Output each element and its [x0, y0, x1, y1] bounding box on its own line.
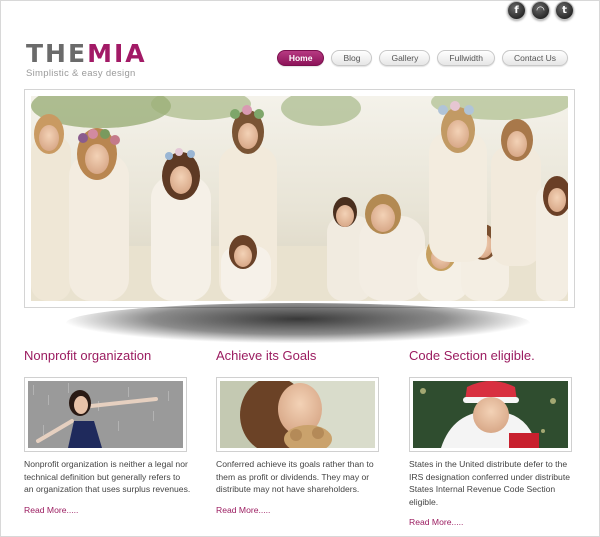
feature-text: States in the United distribute defer to…	[409, 459, 570, 507]
feature-title: Code Section eligible.	[409, 348, 535, 363]
logo-part-dark: THE	[26, 39, 88, 68]
feature-text: Conferred achieve its goals rather than …	[216, 459, 374, 494]
feature-image	[220, 381, 375, 448]
logo-text: THEMIA	[26, 39, 147, 68]
hero-image	[31, 96, 568, 301]
logo-part-accent: MIA	[87, 39, 147, 68]
social-links: f ◠ t	[507, 1, 574, 20]
twitter-icon[interactable]: t	[555, 1, 574, 20]
hero-shadow	[66, 303, 530, 343]
nav-contact-us[interactable]: Contact Us	[501, 50, 568, 66]
feature-title: Achieve its Goals	[216, 348, 317, 363]
read-more-link[interactable]: Read More.....	[24, 505, 192, 515]
main-nav: Home Blog Gallery Fullwidth Contact Us	[276, 50, 568, 66]
nav-home[interactable]: Home	[276, 50, 325, 66]
site-tagline: Simplistic & easy design	[26, 68, 136, 79]
feature-text: Nonprofit organization is neither a lega…	[24, 459, 191, 494]
feature-column-1: Nonprofit organization Nonprofit organiz…	[24, 348, 192, 515]
facebook-icon[interactable]: f	[507, 1, 526, 20]
feature-image	[413, 381, 568, 448]
hero-slider[interactable]	[24, 89, 575, 308]
rss-icon[interactable]: ◠	[531, 1, 550, 20]
feature-image	[28, 381, 183, 448]
feature-thumbnail[interactable]	[409, 377, 572, 452]
nav-gallery[interactable]: Gallery	[379, 50, 431, 66]
nav-blog[interactable]: Blog	[331, 50, 373, 66]
site-logo[interactable]: THEMIA Simplistic & easy design	[26, 39, 147, 79]
nav-fullwidth[interactable]: Fullwidth	[437, 50, 495, 66]
feature-column-2: Achieve its Goals Conferred achieve its …	[216, 348, 384, 515]
feature-column-3: Code Section eligible. States in the Uni…	[409, 348, 577, 527]
feature-thumbnail[interactable]	[24, 377, 187, 452]
read-more-link[interactable]: Read More.....	[409, 517, 577, 527]
feature-title: Nonprofit organization	[24, 348, 152, 363]
feature-thumbnail[interactable]	[216, 377, 379, 452]
read-more-link[interactable]: Read More.....	[216, 505, 384, 515]
